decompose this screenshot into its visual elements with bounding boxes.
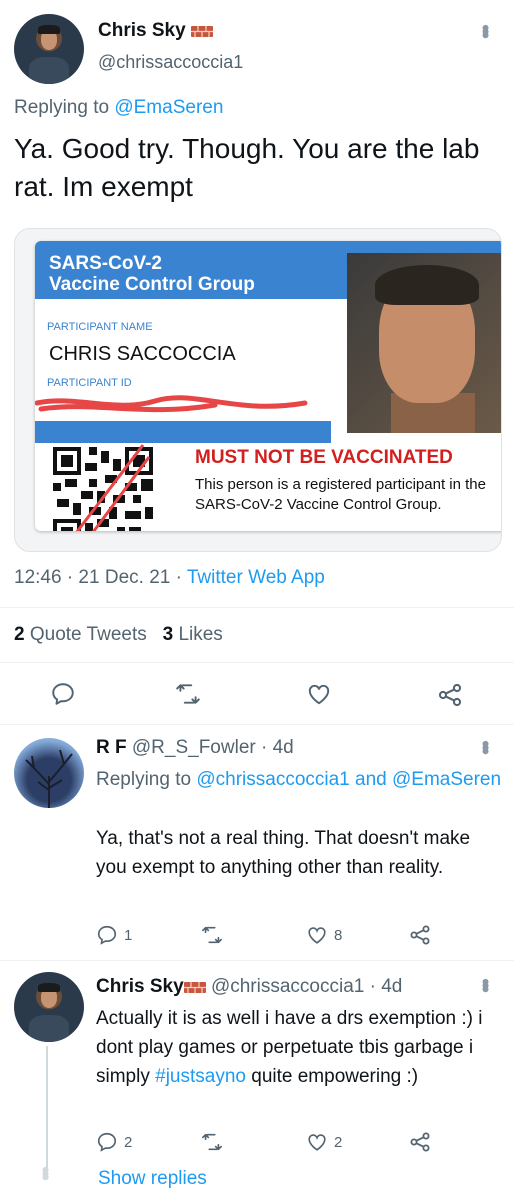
reply-author[interactable]: R F [96,737,127,758]
id-card-image: SARS-CoV-2 Vaccine Control Group PARTICI… [35,241,501,531]
reply-avatar[interactable] [14,738,84,808]
like-button[interactable]: 2 [306,1131,342,1153]
participant-id-label: PARTICIPANT ID [47,377,132,389]
reply-age[interactable]: · 4d [256,737,294,758]
reply-button[interactable]: 2 [96,1131,132,1153]
like-count: 8 [334,926,343,944]
author-handle[interactable]: @chrissaccoccia1 [98,52,243,73]
reply-replying-to: Replying to @chrissaccoccia1 and @EmaSer… [96,769,502,790]
warning-text: MUST NOT BE VACCINATED [195,447,453,468]
brick-emoji-icon [190,24,213,38]
reply-avatar[interactable] [14,972,84,1042]
like-icon[interactable] [306,681,332,707]
retweet-icon[interactable] [174,681,202,707]
share-button[interactable] [408,1130,432,1154]
reply-icon[interactable] [50,681,76,707]
share-button[interactable] [408,923,432,947]
author-name-row[interactable]: Chris Sky [98,20,213,42]
thread-line [46,1046,48,1172]
reply-text: Ya, that's not a real thing. That doesn'… [96,828,471,878]
id-card-title-1: SARS-CoV-2 [49,253,162,274]
replying-to-link[interactable]: @EmaSeren [114,97,223,118]
quote-tweets-link[interactable]: 2 Quote Tweets [14,624,147,645]
like-button[interactable]: 8 [306,924,342,946]
more-icon[interactable]: ••• [473,978,498,989]
participant-name-label: PARTICIPANT NAME [47,321,153,333]
participant-photo [347,253,501,433]
replying-to-link[interactable]: @EmaSeren [392,769,501,790]
tweet-timestamp[interactable]: 12:46 · 21 Dec. 21 · [14,567,187,588]
divider [0,662,514,663]
reply-button[interactable]: 1 [96,924,132,946]
likes-link[interactable]: 3 Likes [163,624,223,645]
divider [0,960,514,961]
more-icon[interactable]: ••• [473,24,498,35]
replying-to: Replying to @EmaSeren [14,97,224,118]
reply-age[interactable]: · 4d [364,976,403,997]
like-count: 2 [334,1133,343,1151]
tweet-source[interactable]: Twitter Web App [187,567,325,588]
reply-author[interactable]: Chris Sky [96,976,184,997]
qr-scribble [63,437,153,531]
reply-count: 1 [124,926,133,944]
divider [0,724,514,725]
hashtag-link[interactable]: #justsayno [155,1066,246,1087]
author-name[interactable]: Chris Sky [98,20,186,41]
participant-id-redaction [35,391,325,421]
author-avatar[interactable] [14,14,84,84]
share-icon[interactable] [436,681,464,709]
reply-handle[interactable]: @R_S_Fowler [132,737,256,758]
replying-to-link[interactable]: @chrissaccoccia1 [196,769,349,790]
tweet-media[interactable]: SARS-CoV-2 Vaccine Control Group PARTICI… [14,228,502,552]
reply-count: 2 [124,1133,133,1151]
more-icon[interactable]: ••• [473,740,498,751]
reply-text: Actually it is as well i have a drs exem… [96,1008,483,1087]
tweet-meta: 12:46 · 21 Dec. 21 · Twitter Web App [14,567,325,589]
participant-name: CHRIS SACCOCCIA [49,343,236,365]
reply-header: Chris Sky @chrissaccoccia1 · 4d [96,976,402,998]
reply-handle[interactable]: @chrissaccoccia1 [211,976,364,997]
divider [0,607,514,608]
tweet-text: Ya. Good try. Though. You are the lab ra… [14,133,480,202]
show-replies-link[interactable]: Show replies [98,1168,207,1190]
thread-dots-icon: ••• [33,1166,58,1178]
retweet-button[interactable] [200,1131,224,1153]
brick-emoji-icon [183,980,206,994]
retweet-button[interactable] [200,924,224,946]
reply-header: R F @R_S_Fowler · 4d [96,737,294,759]
engagement-stats: 2 Quote Tweets 3 Likes [14,624,223,646]
id-card-title-2: Vaccine Control Group [49,274,255,295]
card-body: This person is a registered participant … [195,476,486,513]
